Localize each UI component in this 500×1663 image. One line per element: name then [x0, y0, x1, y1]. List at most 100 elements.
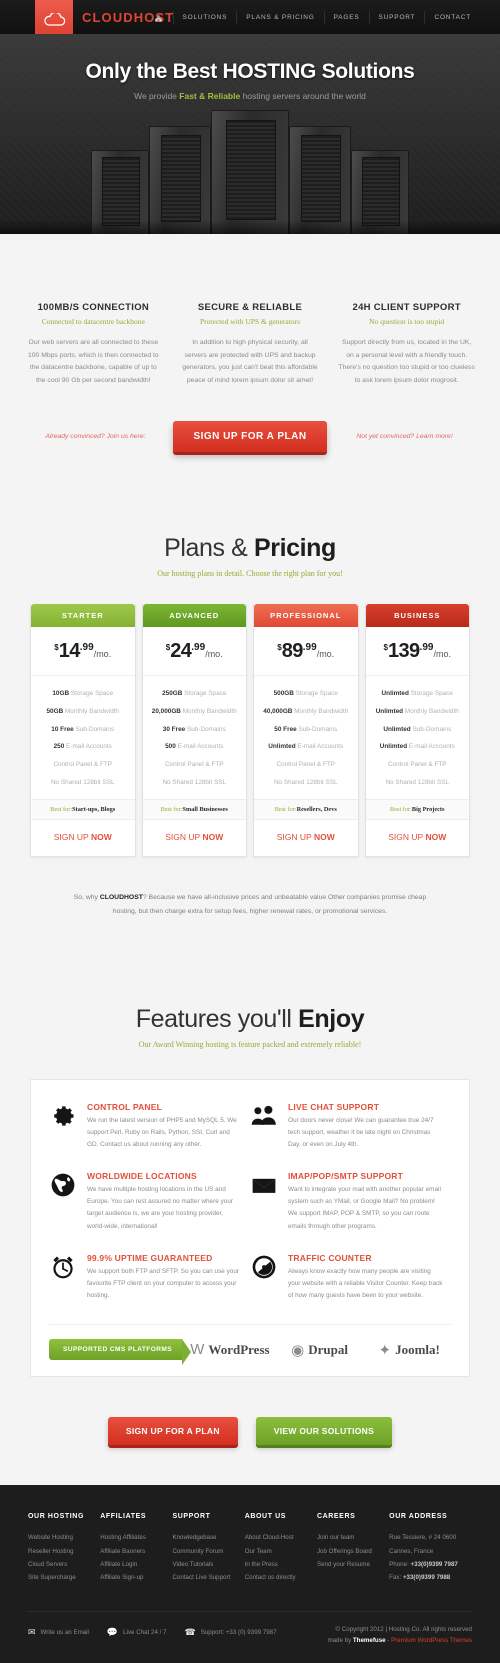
plan-feature: No Shared 128bit SSL — [147, 774, 243, 792]
footer-link[interactable]: Cloud Servers — [28, 1558, 94, 1571]
signup-plan-button[interactable]: SIGN UP FOR A PLAN — [173, 421, 327, 453]
footer-column-our-hosting: OUR HOSTING Website Hosting Reseller Hos… — [28, 1513, 94, 1584]
footer-column-title: OUR ADDRESS — [389, 1513, 448, 1521]
feature-text: IMAP/POP/SMTP SUPPORT Want to integrate … — [288, 1171, 443, 1233]
plans-section: Plans & Pricing Our hosting plans in det… — [0, 504, 500, 979]
footer-link[interactable]: Video Tutorials — [172, 1558, 238, 1571]
cms-name: Drupal — [308, 1341, 348, 1357]
nav-item-contact[interactable]: CONTACT — [424, 10, 480, 24]
cms-logo-joomla[interactable]: ✦ Joomla! — [367, 1341, 451, 1359]
feature-rest: Control Panel & FTP — [53, 761, 113, 768]
hero-shadow — [0, 220, 500, 234]
bottom-solutions-button[interactable]: VIEW OUR SOLUTIONS — [255, 1417, 393, 1446]
feature-text: TRAFFIC COUNTER Always know exactly how … — [288, 1253, 443, 1303]
home-icon[interactable]: ⛪ — [145, 13, 173, 22]
footer-link[interactable]: Send your Resume — [317, 1558, 383, 1571]
made-by-brand: Themefuse — [352, 1637, 386, 1645]
cms-logo-wordpress[interactable]: W WordPress — [188, 1341, 272, 1358]
feature-title: WORLDWIDE LOCATIONS — [87, 1171, 197, 1182]
server-unit — [211, 110, 289, 234]
footer-link[interactable]: Affiliate Sign-up — [100, 1571, 166, 1584]
site-footer: OUR HOSTING Website Hosting Reseller Hos… — [0, 1485, 500, 1663]
footer-link[interactable]: About Cloud-Host — [245, 1531, 311, 1544]
feature-strong: Unlimted — [381, 690, 409, 698]
features-heading: Features you'll Enjoy — [0, 1005, 500, 1034]
price-cents: .99 — [191, 642, 206, 654]
footer-link[interactable]: Contact us directly — [245, 1571, 311, 1584]
plan-feature: Unlimted E-mail Accounts — [258, 738, 354, 756]
feature-text: LIVE CHAT SUPPORT Our doors never close!… — [288, 1102, 443, 1152]
cms-platforms-row: SUPPORTED CMS PLATFORMS W WordPress ◉ Dr… — [49, 1324, 451, 1366]
site-header: CLOUDHOST ⛪ SOLUTIONS PLANS & PRICING PA… — [0, 0, 500, 52]
feature-title: IMAP/POP/SMTP SUPPORT — [288, 1171, 404, 1182]
plan-card-starter[interactable]: STARTER $14.99/mo. 10GB Storage Space 50… — [30, 604, 136, 864]
made-by-link[interactable]: Premium WordPress Themes — [391, 1637, 472, 1644]
footer-link[interactable]: In the Press — [245, 1558, 311, 1571]
plans-subheading: Our hosting plans in detail. Choose the … — [157, 569, 343, 579]
footer-link[interactable]: Affiliate Login — [100, 1558, 166, 1571]
plan-best-for: Best for:Big Projects — [365, 799, 469, 821]
plan-feature: Unlimted Sub-Domains — [370, 721, 466, 739]
plans-heading-light: Plans & — [164, 534, 254, 563]
bottom-signup-button[interactable]: SIGN UP FOR A PLAN — [107, 1417, 238, 1446]
feature-strong: 50GB — [46, 707, 64, 715]
fax-label: Fax: — [389, 1574, 403, 1582]
intro-body: Support directly from us, located in the… — [338, 339, 475, 384]
plan-feature: Control Panel & FTP — [147, 756, 243, 774]
nav-item-support[interactable]: SUPPORT — [368, 10, 425, 24]
copyright-text: © Copyright 2012 | Hosting Co. All right… — [335, 1625, 472, 1633]
price-period: /mo. — [93, 649, 112, 660]
plan-signup-link[interactable]: SIGN UP NOW — [254, 820, 358, 856]
footer-link[interactable]: Website Hosting — [28, 1531, 94, 1544]
intro-body: Our web servers are all connected to the… — [27, 339, 159, 384]
hero-subtitle-post: hosting servers around the world — [240, 91, 366, 101]
plan-card-advanced[interactable]: ADVANCED $24.99/mo. 250GB Storage Space … — [141, 604, 247, 864]
nav-item-solutions[interactable]: SOLUTIONS — [172, 10, 237, 24]
feature-rest: Storage Space — [293, 690, 338, 698]
footer-contact-chat[interactable]: 💬 Live Chat 24 / 7 — [107, 1627, 167, 1637]
feature-rest: E-mail Accounts — [175, 743, 224, 751]
feature-rest: Sub-Domains — [410, 725, 452, 733]
footer-link[interactable]: Join our team — [317, 1531, 383, 1544]
cta-note-right[interactable]: Not yet convinced? Learn more! — [349, 433, 461, 440]
footer-contact-support[interactable]: ☎ Support: +33 (0) 9399 7987 — [184, 1627, 277, 1637]
price-cents: .99 — [79, 642, 94, 654]
cta-note-left: Already convinced? Join us here: — [45, 433, 146, 441]
feature-rest: E-mail Accounts — [295, 743, 344, 751]
plan-feature: 500GB Storage Space — [258, 685, 354, 703]
plan-price: $24.99/mo. — [142, 627, 246, 677]
plan-cta-light: SIGN UP — [276, 832, 314, 843]
features-grid: CONTROL PANEL We run the latest version … — [49, 1102, 451, 1323]
footer-contact-email[interactable]: ✉ Write us an Email — [28, 1627, 89, 1637]
plan-cta-bold: NOW — [425, 832, 447, 843]
hero-subtitle-highlight: Fast & Reliable — [179, 91, 241, 101]
plan-card-business[interactable]: BUSINESS $139.99/mo. Unlimted Storage Sp… — [364, 604, 470, 864]
plan-best-for: Best for:Start-ups, Blogs — [31, 799, 135, 821]
plan-card-professional[interactable]: PROFESSIONAL $89.99/mo. 500GB Storage Sp… — [253, 604, 359, 864]
feature-strong: 10GB — [52, 690, 70, 698]
features-subheading: Our Award Winning hosting is feature pac… — [138, 1039, 362, 1049]
feature-strong: Unlimted — [375, 707, 404, 715]
alarm-clock-icon — [49, 1253, 77, 1281]
server-illustration — [91, 110, 409, 234]
hero-subtitle-pre: We provide — [134, 91, 180, 101]
people-chat-icon — [250, 1102, 278, 1130]
plan-signup-link[interactable]: SIGN UP NOW — [366, 820, 470, 856]
cms-logo-drupal[interactable]: ◉ Drupal — [278, 1341, 362, 1359]
contact-label: Support: +33 (0) 9399 7987 — [200, 1628, 277, 1636]
cloud-icon — [44, 13, 65, 26]
cms-name: Joomla! — [395, 1341, 440, 1357]
footer-link[interactable]: Knowledgebase — [172, 1531, 238, 1544]
price-amount: 89 — [281, 640, 304, 663]
footer-link[interactable]: Site Supercharge — [28, 1571, 94, 1584]
features-heading-bold: Enjoy — [298, 1004, 365, 1033]
address-fax: Fax: +33(0)9399 7988 — [389, 1571, 472, 1584]
plan-signup-link[interactable]: SIGN UP NOW — [31, 820, 135, 856]
nav-item-plans-pricing[interactable]: PLANS & PRICING — [236, 10, 323, 24]
nav-item-pages[interactable]: PAGES — [323, 10, 369, 24]
footer-link[interactable]: Hosting Affiliates — [100, 1531, 166, 1544]
footer-link[interactable]: Contact Live Support — [172, 1571, 238, 1584]
plan-feature: Control Panel & FTP — [35, 756, 131, 774]
server-unit — [149, 126, 211, 234]
plan-signup-link[interactable]: SIGN UP NOW — [143, 820, 247, 856]
